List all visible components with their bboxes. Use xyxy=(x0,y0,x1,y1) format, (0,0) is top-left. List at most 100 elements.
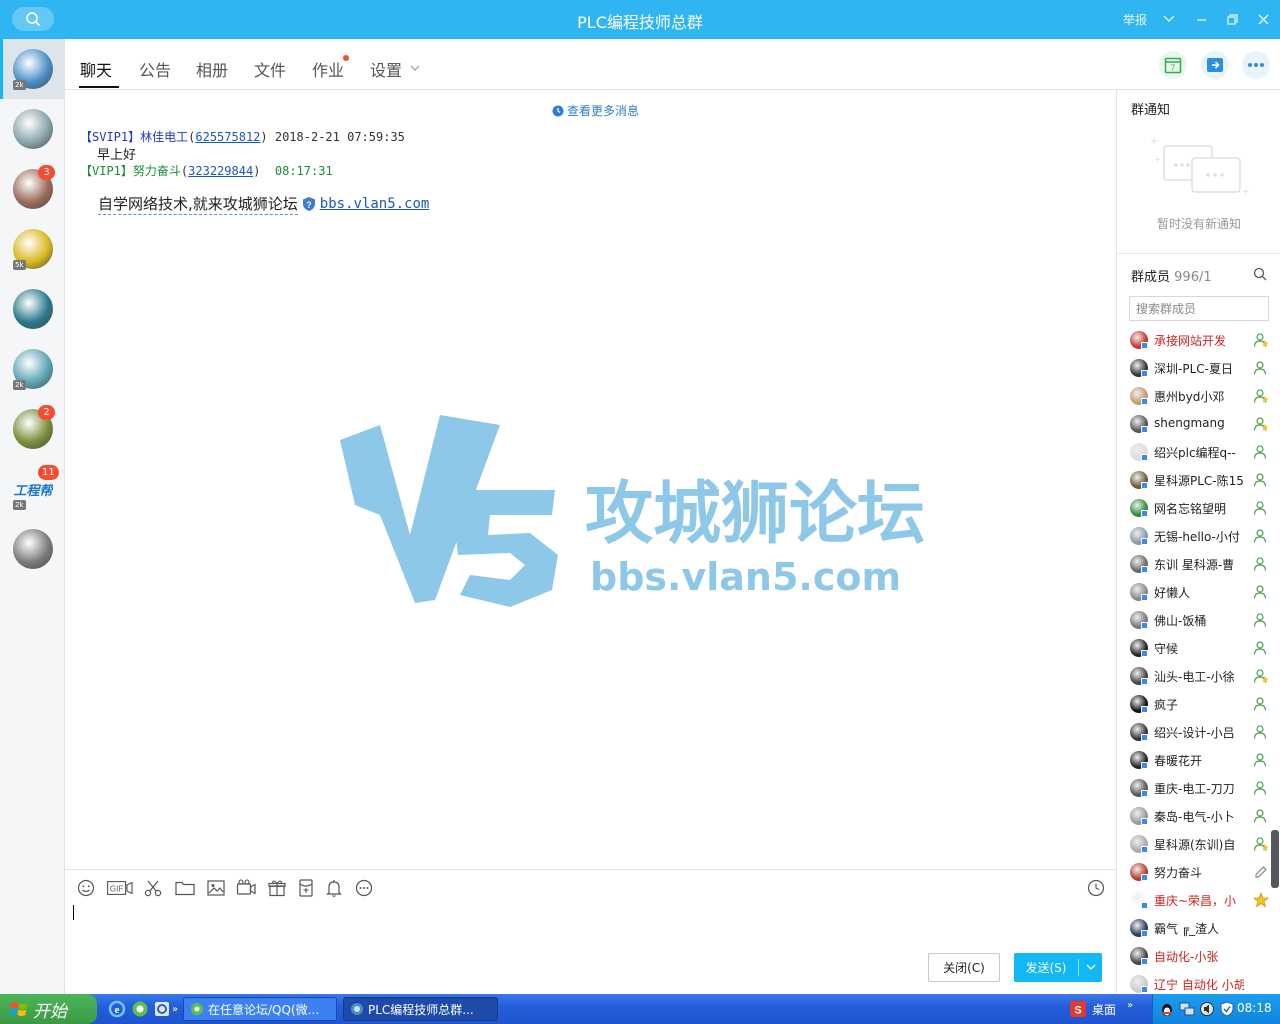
tab-announcement[interactable]: 公告 xyxy=(139,57,171,81)
tab-album[interactable]: 相册 xyxy=(196,57,228,81)
member-name: 霸气 ╔_渣人 xyxy=(1154,922,1220,936)
message-input-box[interactable]: 关闭(C) 发送(S) xyxy=(65,905,1116,994)
tab-chat[interactable]: 聊天 xyxy=(80,57,112,81)
member-row[interactable]: 自动化-小张 xyxy=(1117,942,1280,970)
member-name: 重庆~荣昌，小 xyxy=(1154,894,1237,908)
video-button[interactable] xyxy=(235,878,257,898)
member-row[interactable]: 绍兴plc编程q-- xyxy=(1117,438,1280,466)
gif-button[interactable]: GIF xyxy=(106,878,134,898)
message-history-button[interactable] xyxy=(1085,878,1107,898)
member-row[interactable]: 绍兴-设计-小吕 xyxy=(1117,718,1280,746)
group-side-panel: 群通知 + + + 暂时没有新通知 群成员 996/1 承接网站开发深圳-PLC… xyxy=(1116,90,1280,994)
share-screen-button[interactable] xyxy=(1201,51,1229,79)
close-chat-button[interactable]: 关闭(C) xyxy=(928,953,1000,982)
session-6[interactable]: 2k xyxy=(0,339,65,399)
minimize-button[interactable] xyxy=(1190,8,1212,30)
calendar-icon: 7 xyxy=(1164,57,1182,74)
member-row[interactable]: 重庆-电工-刀刀 xyxy=(1117,774,1280,802)
user-icon xyxy=(1253,724,1269,740)
group-notice-heading[interactable]: 群通知 xyxy=(1131,99,1170,118)
send-button[interactable]: 发送(S) xyxy=(1014,953,1102,982)
member-name: 汕头-电工-小徐 xyxy=(1154,670,1235,684)
quicklaunch-expand-icon[interactable]: » xyxy=(172,1000,180,1018)
start-button[interactable]: 开始 xyxy=(0,994,97,1024)
member-row[interactable]: 汕头-电工-小徐 xyxy=(1117,662,1280,690)
device-status-icon xyxy=(1141,342,1148,349)
sender-name[interactable]: 林佳电工 xyxy=(140,130,188,144)
more-tools-button[interactable] xyxy=(353,878,375,898)
view-more-messages-link[interactable]: 查看更多消息 xyxy=(552,102,639,119)
close-window-button[interactable] xyxy=(1252,8,1274,30)
member-row[interactable]: 好懒人 xyxy=(1117,578,1280,606)
sender-name[interactable]: 努力奋斗 xyxy=(133,164,181,178)
qq-penguin-icon[interactable] xyxy=(1159,1001,1175,1017)
sender-qq-link[interactable]: 625575812 xyxy=(195,130,260,144)
device-status-icon xyxy=(1141,566,1148,573)
send-file-button[interactable] xyxy=(174,878,196,898)
taskbar-window-browser[interactable]: 在任意论坛/QQ(微... xyxy=(183,997,337,1021)
toolbar-expand-icon[interactable]: » xyxy=(1127,998,1135,1012)
emoji-button[interactable] xyxy=(75,878,97,898)
browser-quicklaunch-icon[interactable] xyxy=(131,1000,149,1018)
member-row[interactable]: 承接网站开发 xyxy=(1117,326,1280,354)
device-status-icon xyxy=(1141,426,1148,433)
red-packet-button[interactable] xyxy=(295,878,317,898)
member-row[interactable]: 辽宁 自动化 小胡 xyxy=(1117,970,1280,994)
member-row[interactable]: 星科源(东训)自 xyxy=(1117,830,1280,858)
unread-badge: 3 xyxy=(38,165,55,180)
network-icon[interactable] xyxy=(1179,1001,1195,1017)
member-row[interactable]: 星科源PLC-陈15 xyxy=(1117,466,1280,494)
message-time: 08:17:31 xyxy=(274,164,333,178)
member-row[interactable]: 守候 xyxy=(1117,634,1280,662)
member-row[interactable]: 网名忘铭望明 xyxy=(1117,494,1280,522)
session-4[interactable]: 5k xyxy=(0,219,65,279)
session-3[interactable]: 3 xyxy=(0,159,65,219)
member-row[interactable]: 惠州byd小邓 xyxy=(1117,382,1280,410)
dropdown-button[interactable] xyxy=(1158,8,1180,30)
tab-homework[interactable]: 作业 xyxy=(312,57,344,81)
calendar-button[interactable]: 7 xyxy=(1159,51,1187,79)
session-5[interactable] xyxy=(0,279,65,339)
member-row[interactable]: 深圳-PLC-夏日 xyxy=(1117,354,1280,382)
admin-user-icon xyxy=(1253,332,1269,348)
restore-icon xyxy=(1226,13,1238,25)
member-row[interactable]: 无锡-hello-小付 xyxy=(1117,522,1280,550)
member-row[interactable]: 秦岛-电气-小卜 xyxy=(1117,802,1280,830)
member-row[interactable]: 春暖花开 xyxy=(1117,746,1280,774)
send-image-button[interactable] xyxy=(205,878,227,898)
tab-files[interactable]: 文件 xyxy=(254,57,286,81)
notification-bell-button[interactable] xyxy=(323,878,345,898)
session-2[interactable] xyxy=(0,99,65,159)
search-icon[interactable] xyxy=(1253,267,1267,281)
member-row[interactable]: 霸气 ╔_渣人 xyxy=(1117,914,1280,942)
sender-qq-link[interactable]: 323229844 xyxy=(188,164,253,178)
message-link[interactable]: bbs.vlan5.com xyxy=(320,196,430,212)
restore-button[interactable] xyxy=(1221,8,1243,30)
volume-icon[interactable] xyxy=(1199,1001,1215,1017)
member-row[interactable]: 重庆~荣昌，小 xyxy=(1117,886,1280,914)
member-list-scrollbar[interactable] xyxy=(1271,830,1279,888)
session-7[interactable]: 2 xyxy=(0,399,65,459)
gift-button[interactable] xyxy=(266,878,288,898)
more-options-button[interactable] xyxy=(1242,51,1270,79)
member-row[interactable]: 东训 星科源-曹 xyxy=(1117,550,1280,578)
taskbar-window-qq-group[interactable]: PLC编程技师总群... xyxy=(343,997,498,1021)
tab-settings[interactable]: 设置 xyxy=(370,57,402,81)
app-quicklaunch-icon[interactable] xyxy=(153,1000,171,1018)
session-9[interactable] xyxy=(0,519,65,579)
member-row[interactable]: 佛山-饭桶 xyxy=(1117,606,1280,634)
member-search-input[interactable] xyxy=(1129,296,1269,321)
member-row[interactable]: shengmang xyxy=(1117,410,1280,438)
desktop-toolbar-label[interactable]: 桌面 xyxy=(1092,1001,1116,1018)
folder-icon xyxy=(175,881,195,896)
sogou-ime-icon[interactable]: S xyxy=(1070,1001,1086,1017)
security-shield-icon[interactable] xyxy=(1219,1001,1235,1017)
session-plc-group[interactable]: 2k xyxy=(0,39,65,99)
ie-quicklaunch-icon[interactable]: e xyxy=(108,1000,126,1018)
screenshot-button[interactable] xyxy=(142,878,164,898)
session-gongchengbang[interactable]: 工程帮 11 2k xyxy=(0,459,65,519)
member-row[interactable]: 疯子 xyxy=(1117,690,1280,718)
report-link[interactable]: 举报 xyxy=(1123,11,1147,28)
send-options-dropdown[interactable] xyxy=(1079,964,1102,971)
member-row[interactable]: 努力奋斗 xyxy=(1117,858,1280,886)
